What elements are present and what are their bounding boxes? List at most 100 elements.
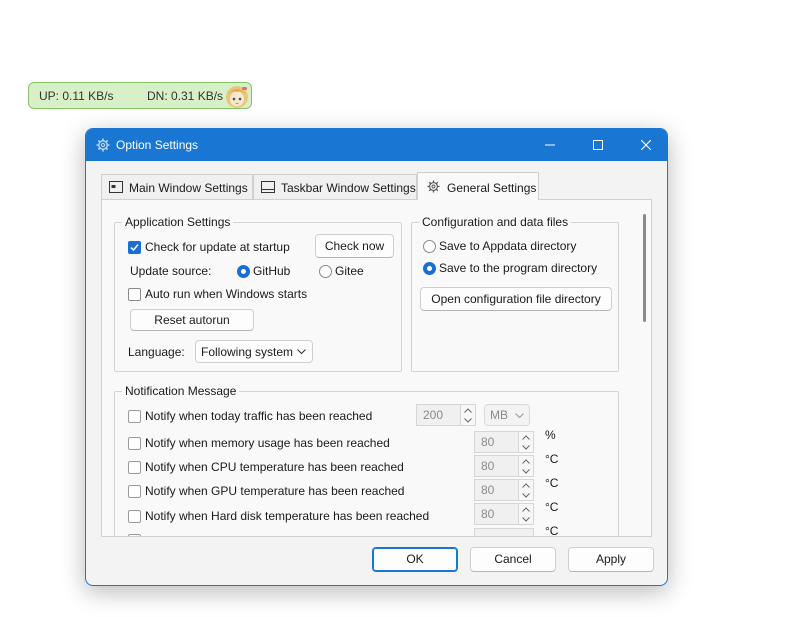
memory-unit: % <box>545 428 556 442</box>
traffic-value: 200 <box>423 408 444 422</box>
upload-speed: UP: 0.11 KB/s <box>39 89 114 103</box>
appdata-radio[interactable] <box>423 240 436 253</box>
group-title: Notification Message <box>122 384 240 398</box>
group-title: Application Settings <box>122 215 234 229</box>
button-label: Cancel <box>494 552 532 566</box>
check-update-checkbox[interactable] <box>128 241 141 254</box>
check-now-button[interactable]: Check now <box>315 234 394 258</box>
chevron-down-icon <box>522 469 530 474</box>
gitee-radio[interactable] <box>319 265 332 278</box>
traffic-unit-select[interactable]: MB <box>484 404 530 426</box>
option-settings-window: Option Settings Main Window Settings Tas… <box>85 128 668 586</box>
chevron-up-icon <box>522 507 530 512</box>
maximize-icon <box>593 140 603 150</box>
extra-unit: °C <box>545 524 559 537</box>
close-icon <box>641 140 651 150</box>
minimize-button[interactable] <box>527 129 573 161</box>
download-speed: DN: 0.31 KB/s <box>147 89 224 103</box>
spin-arrows[interactable] <box>518 456 533 476</box>
application-settings-group: Application Settings Check for update at… <box>114 215 402 372</box>
notify-memory-label: Notify when memory usage has been reache… <box>145 436 390 450</box>
maximize-button[interactable] <box>575 129 621 161</box>
program-dir-label: Save to the program directory <box>439 261 598 275</box>
cpu-value: 80 <box>481 459 495 473</box>
notify-memory-checkbox[interactable] <box>128 437 141 450</box>
button-label: Apply <box>595 552 627 566</box>
notify-disk-checkbox[interactable] <box>128 510 141 523</box>
traffic-spinbox[interactable]: 200 <box>416 404 476 426</box>
vertical-scrollbar[interactable] <box>643 214 646 322</box>
button-label: Reset autorun <box>154 313 230 327</box>
github-radio[interactable] <box>237 265 250 278</box>
mascot-icon <box>226 86 248 108</box>
disk-value: 80 <box>481 507 495 521</box>
gpu-unit: °C <box>545 476 559 490</box>
appdata-label: Save to Appdata directory <box>439 239 577 253</box>
traffic-monitor-widget[interactable]: UP: 0.11 KB/s DN: 0.31 KB/s <box>28 82 252 109</box>
button-label: OK <box>406 552 424 566</box>
language-value: Following system <box>201 345 294 359</box>
main-window-icon <box>109 181 123 193</box>
language-label: Language: <box>128 345 185 359</box>
update-source-label: Update source: <box>130 264 212 278</box>
spin-arrows[interactable] <box>518 480 533 500</box>
window-title: Option Settings <box>116 138 199 152</box>
config-files-group: Configuration and data files Save to App… <box>411 215 619 372</box>
traffic-unit-value: MB <box>490 408 508 422</box>
chevron-up-icon <box>522 459 530 464</box>
github-label: GitHub <box>253 264 291 278</box>
notify-traffic-label: Notify when today traffic has been reach… <box>145 409 373 423</box>
apply-button[interactable]: Apply <box>568 547 654 572</box>
check-update-label: Check for update at startup <box>145 240 290 254</box>
tab-taskbar-window-settings[interactable]: Taskbar Window Settings <box>253 174 417 199</box>
chevron-down-icon <box>522 517 530 522</box>
extra-spinbox[interactable] <box>474 528 534 536</box>
gear-icon <box>427 180 440 193</box>
taskbar-icon <box>261 181 275 193</box>
tab-label: Main Window Settings <box>129 181 248 195</box>
notify-cpu-label: Notify when CPU temperature has been rea… <box>145 460 404 474</box>
notify-gpu-label: Notify when GPU temperature has been rea… <box>145 484 405 498</box>
tab-main-window-settings[interactable]: Main Window Settings <box>101 174 253 199</box>
notify-cpu-checkbox[interactable] <box>128 461 141 474</box>
language-select[interactable]: Following system <box>195 340 313 363</box>
disk-unit: °C <box>545 500 559 514</box>
spin-arrows[interactable] <box>518 432 533 452</box>
cpu-unit: °C <box>545 452 559 466</box>
chevron-down-icon <box>515 413 524 419</box>
open-config-dir-button[interactable]: Open configuration file directory <box>420 287 612 311</box>
memory-spinbox[interactable]: 80 <box>474 431 534 453</box>
tab-label: Taskbar Window Settings <box>281 181 416 195</box>
memory-value: 80 <box>481 435 495 449</box>
button-label: Check now <box>324 239 385 253</box>
ok-button[interactable]: OK <box>372 547 458 572</box>
program-dir-radio[interactable] <box>423 262 436 275</box>
chevron-down-icon <box>522 493 530 498</box>
tab-general-settings[interactable]: General Settings <box>417 172 539 200</box>
disk-spinbox[interactable]: 80 <box>474 503 534 525</box>
tab-label: General Settings <box>447 181 537 195</box>
group-title: Configuration and data files <box>419 215 572 229</box>
checkmark-icon <box>130 244 139 252</box>
title-bar[interactable]: Option Settings <box>86 129 667 161</box>
notify-traffic-checkbox[interactable] <box>128 410 141 423</box>
chevron-up-icon <box>464 408 472 413</box>
cpu-spinbox[interactable]: 80 <box>474 455 534 477</box>
gear-icon <box>96 138 110 152</box>
cancel-button[interactable]: Cancel <box>470 547 556 572</box>
chevron-up-icon <box>522 483 530 488</box>
notify-extra-checkbox[interactable] <box>128 534 141 536</box>
reset-autorun-button[interactable]: Reset autorun <box>130 309 254 331</box>
close-button[interactable] <box>623 129 667 161</box>
notify-disk-label: Notify when Hard disk temperature has be… <box>145 509 430 523</box>
button-label: Open configuration file directory <box>431 292 601 306</box>
chevron-up-icon <box>522 435 530 440</box>
spin-arrows[interactable] <box>518 504 533 524</box>
autorun-checkbox[interactable] <box>128 288 141 301</box>
chevron-down-icon <box>297 349 306 355</box>
chevron-down-icon <box>522 445 530 450</box>
gpu-spinbox[interactable]: 80 <box>474 479 534 501</box>
notification-group: Notification Message Notify when today t… <box>114 384 619 537</box>
spin-arrows[interactable] <box>460 405 475 425</box>
notify-gpu-checkbox[interactable] <box>128 485 141 498</box>
